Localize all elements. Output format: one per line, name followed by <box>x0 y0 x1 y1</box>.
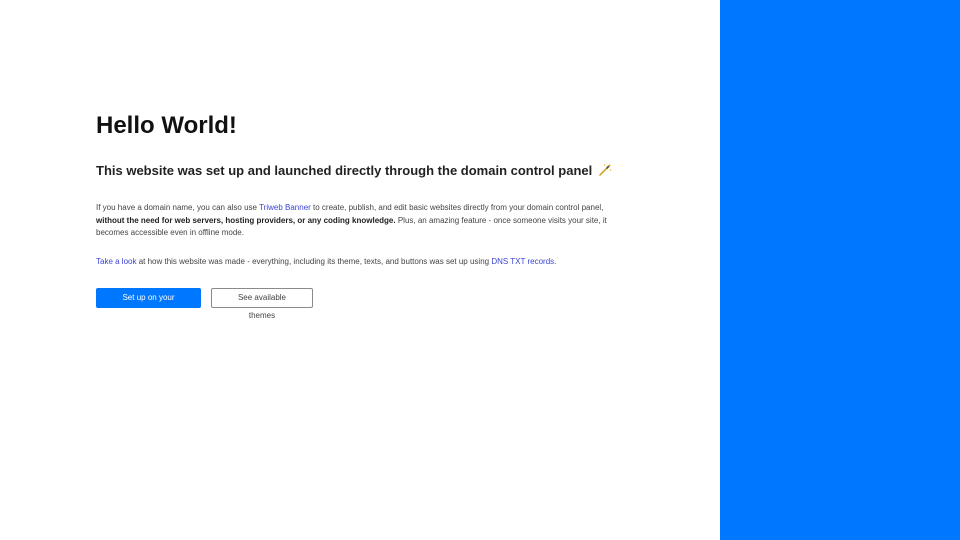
action-buttons: Set up on your domain See available them… <box>96 288 616 320</box>
details-end-text: . <box>554 256 557 266</box>
subtitle-text: This website was set up and launched dir… <box>96 163 593 178</box>
setup-domain-button[interactable]: Set up on your domain <box>96 288 201 320</box>
see-themes-button[interactable]: See available themes <box>211 288 313 320</box>
page: Hello World! This website was set up and… <box>0 0 960 540</box>
page-subtitle: This website was set up and launched dir… <box>96 162 616 182</box>
intro-text-after: to create, publish, and edit basic websi… <box>310 203 604 212</box>
details-middle-text: at how this website was made - everythin… <box>136 256 492 266</box>
accent-side-panel <box>720 0 960 540</box>
take-a-look-link[interactable]: Take a look <box>96 257 136 266</box>
triweb-banner-link[interactable]: Triweb Banner <box>259 203 311 212</box>
page-title: Hello World! <box>96 112 237 139</box>
details-paragraph: Take a look at how this website was made… <box>96 256 616 269</box>
intro-text-before: If you have a domain name, you can also … <box>96 203 260 212</box>
intro-paragraph: If you have a domain name, you can also … <box>96 202 616 240</box>
magic-wand-icon <box>598 163 612 182</box>
intro-bold-text: without the need for web servers, hostin… <box>96 215 396 225</box>
main-content: Hello World! This website was set up and… <box>96 110 616 320</box>
dns-txt-records-link[interactable]: DNS TXT records <box>491 257 554 266</box>
